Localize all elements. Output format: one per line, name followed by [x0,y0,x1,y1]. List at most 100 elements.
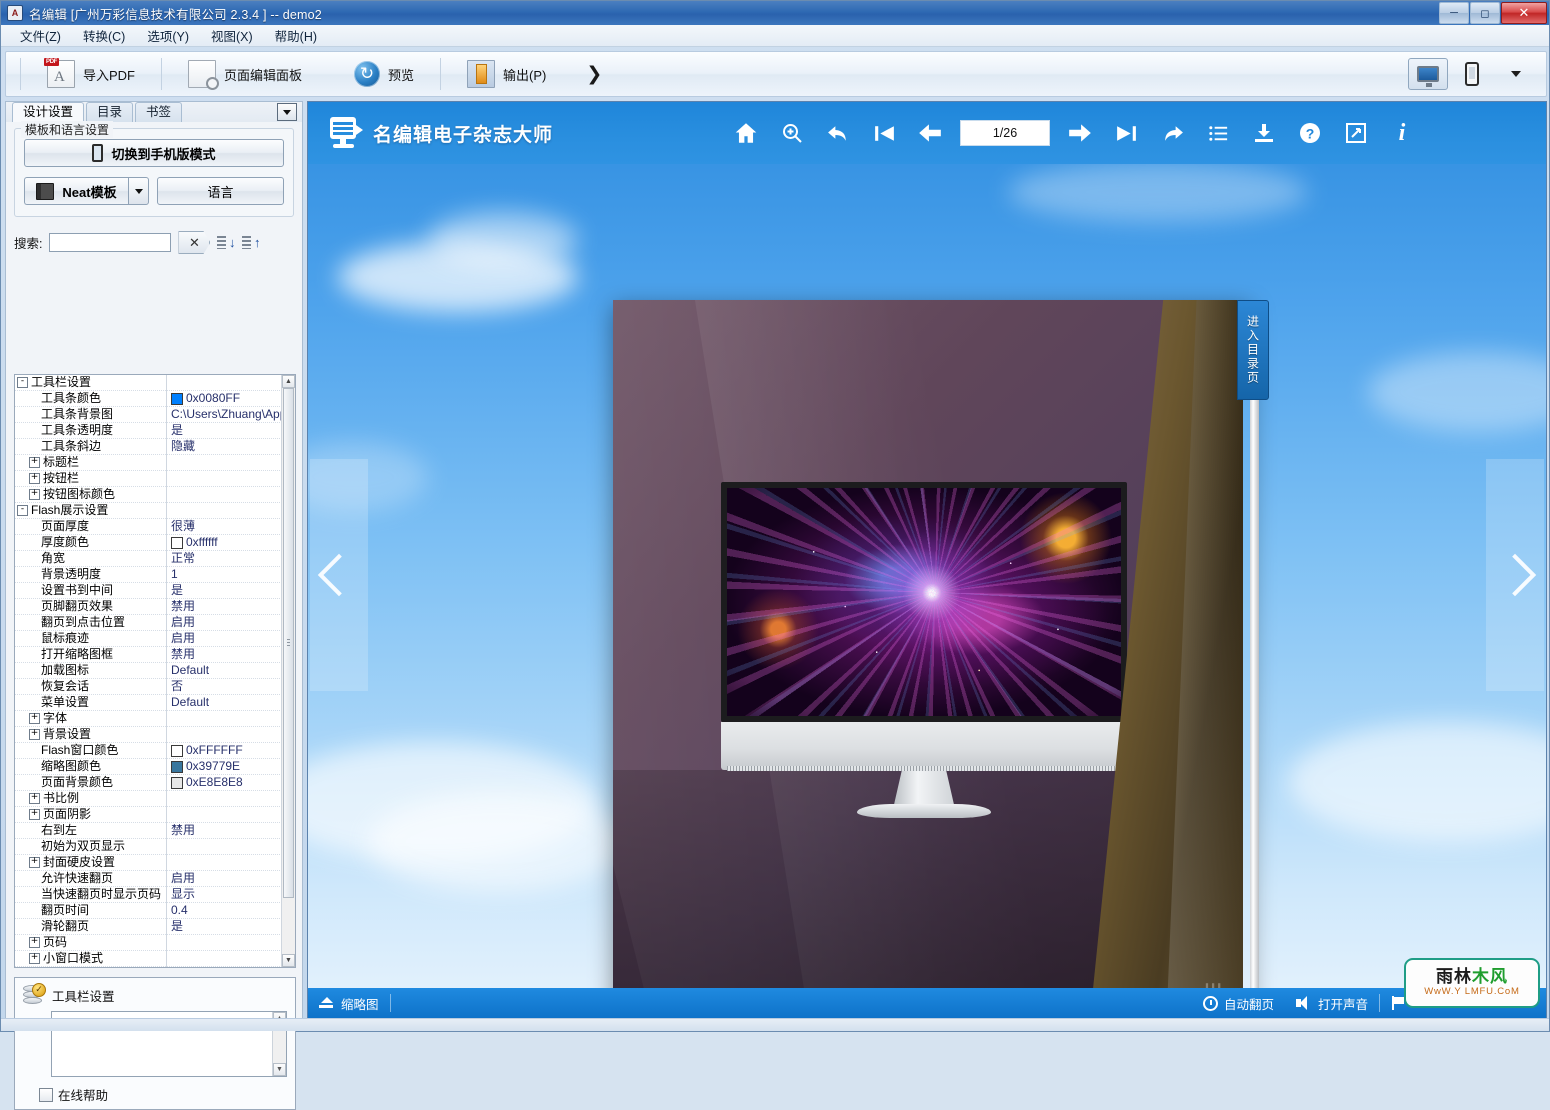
first-page-icon[interactable] [861,110,907,156]
property-value[interactable] [167,375,282,391]
info-icon[interactable]: i [1379,110,1425,156]
collapse-icon[interactable]: - [17,376,28,388]
property-row[interactable]: Flash窗口颜色 0xFFFFFF [15,742,282,759]
tab-bookmarks[interactable]: 书签 [135,102,183,122]
property-row[interactable]: 工具条颜色 0x0080FF [15,390,282,407]
property-value[interactable]: 启用 [167,631,282,647]
property-row[interactable]: 加载图标 Default [15,662,282,679]
property-value[interactable] [167,839,282,855]
property-row[interactable]: 当快速翻页时显示页码 显示 [15,886,282,903]
expand-icon[interactable]: + [29,952,40,964]
mobile-view-button[interactable] [1452,58,1492,90]
property-value[interactable] [167,951,282,967]
property-value[interactable] [167,727,282,743]
download-icon[interactable] [1241,110,1287,156]
thumbnail-list-icon[interactable] [1195,110,1241,156]
property-value[interactable] [167,487,282,503]
property-value[interactable]: 是 [167,423,282,439]
property-row[interactable]: + 封面硬皮设置 [15,854,282,871]
property-row[interactable]: + 页码 [15,934,282,951]
property-row[interactable]: 允许快速翻页 启用 [15,870,282,887]
panel-menu-button[interactable] [277,103,297,121]
sort-ascending-icon[interactable]: ↑ [242,234,260,252]
property-value[interactable]: C:\Users\Zhuang\App... [167,407,282,423]
minimize-button[interactable]: ─ [1439,2,1469,24]
expand-icon[interactable]: + [29,808,40,820]
next-page-arrow[interactable] [1486,459,1544,691]
property-row[interactable]: - 工具栏设置 [15,375,282,391]
property-row[interactable]: 页面厚度 很薄 [15,518,282,535]
property-row[interactable]: 恢复会话 否 [15,678,282,695]
collapse-icon[interactable]: - [17,504,28,516]
property-value[interactable] [167,455,282,471]
preview-button[interactable]: 预览 [328,52,440,96]
property-row[interactable]: + 小窗口模式 [15,950,282,967]
property-value[interactable]: 0x39779E [167,759,282,775]
page-indicator-input[interactable]: 1/26 [960,120,1051,146]
property-value[interactable]: 0xE8E8E8 [167,775,282,791]
property-row[interactable]: + 字体 [15,710,282,727]
property-row[interactable]: 打开缩略图框 禁用 [15,646,282,663]
clear-search-button[interactable]: ✕ [178,231,211,254]
zoom-in-icon[interactable] [769,110,815,156]
property-value[interactable]: 显示 [167,887,282,903]
property-value[interactable]: 0xffffff [167,535,282,551]
property-row[interactable]: 背景透明度 1 [15,566,282,583]
fullscreen-icon[interactable] [1333,110,1379,156]
property-row[interactable]: + 书比例 [15,790,282,807]
close-button[interactable]: ✕ [1501,2,1547,24]
import-pdf-button[interactable]: PDF 导入PDF [21,52,161,96]
property-row[interactable]: 厚度颜色 0xffffff [15,534,282,551]
toolbar-more-chevron-icon[interactable]: ❯ [572,63,616,86]
expand-icon[interactable]: + [29,856,40,868]
property-value[interactable]: Default [167,695,282,711]
property-row[interactable]: + 页面阴影 [15,806,282,823]
property-value[interactable]: 0xFFFFFF [167,743,282,759]
undo-icon[interactable] [815,110,861,156]
scroll-down-button[interactable]: ▼ [282,954,295,967]
search-input[interactable] [49,233,172,252]
expand-icon[interactable]: + [29,728,40,740]
sort-descending-icon[interactable]: ↓ [217,234,235,252]
property-value[interactable]: Default [167,663,282,679]
property-value[interactable]: 禁用 [167,647,282,663]
property-value[interactable]: 1 [167,567,282,583]
redo-icon[interactable] [1149,110,1195,156]
property-row[interactable]: - Flash展示设置 [15,502,282,519]
property-row[interactable]: + 标题栏 [15,454,282,471]
prev-page-arrow[interactable] [310,459,368,691]
property-grid-scrollbar[interactable]: ▲ ▼ [281,375,295,967]
property-grid[interactable]: - 工具栏设置 工具条颜色 0x0080FF 工具条背景图 C:\Users\Zhuang… [14,374,296,968]
property-value[interactable]: 正常 [167,551,282,567]
tab-design-settings[interactable]: 设计设置 [12,102,85,122]
auto-flip-button[interactable]: 自动翻页 [1192,988,1285,1018]
scroll-up-button[interactable]: ▲ [282,375,295,388]
template-dropdown-button[interactable] [128,177,149,205]
property-row[interactable]: 菜单设置 Default [15,694,282,711]
home-icon[interactable] [723,110,769,156]
property-row[interactable]: 工具条斜边 隐藏 [15,438,282,455]
last-page-icon[interactable] [1103,110,1149,156]
property-value[interactable] [167,711,282,727]
property-row[interactable]: 角宽 正常 [15,550,282,567]
menu-item-file[interactable]: 文件(Z) [9,24,72,47]
property-row[interactable]: 工具条背景图 C:\Users\Zhuang\App... [15,406,282,423]
property-row[interactable]: 页面背景颜色 0xE8E8E8 [15,774,282,791]
property-value[interactable]: 否 [167,679,282,695]
property-value[interactable]: 禁用 [167,599,282,615]
menu-item-help[interactable]: 帮助(H) [264,24,328,47]
desktop-view-button[interactable] [1408,58,1448,90]
property-row[interactable]: 初始为双页显示 [15,838,282,855]
property-value[interactable] [167,935,282,951]
property-value[interactable]: 隐藏 [167,439,282,455]
online-help-checkbox[interactable] [39,1087,53,1102]
menu-item-view[interactable]: 视图(X) [200,24,264,47]
output-button[interactable]: 输出(P) [441,52,572,96]
property-row[interactable]: 翻页到点击位置 启用 [15,614,282,631]
property-row[interactable]: 页脚翻页效果 禁用 [15,598,282,615]
prev-page-icon[interactable] [907,110,953,156]
property-value[interactable] [167,471,282,487]
online-help-row[interactable]: 在线帮助 [39,1085,287,1104]
menu-item-convert[interactable]: 转换(C) [72,24,136,47]
property-row[interactable]: 鼠标痕迹 启用 [15,630,282,647]
